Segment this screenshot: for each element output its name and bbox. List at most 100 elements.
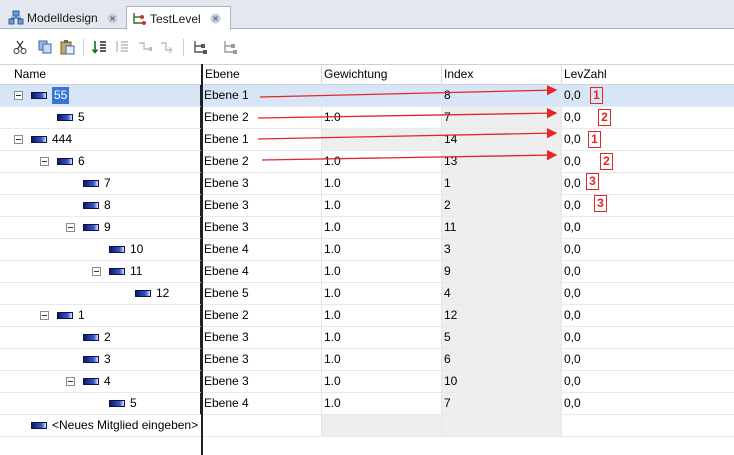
hierarchy-add-icon[interactable] bbox=[222, 39, 238, 55]
levzahl-cell[interactable]: 0,0 bbox=[562, 195, 734, 217]
ebene-cell[interactable]: Ebene 4 bbox=[202, 393, 322, 415]
name-cell[interactable]: 6 bbox=[0, 151, 202, 173]
indent-icon[interactable] bbox=[114, 39, 130, 55]
ebene-cell[interactable]: Ebene 1 bbox=[202, 129, 322, 151]
move-icon[interactable] bbox=[159, 39, 175, 55]
ebene-cell[interactable]: Ebene 2 bbox=[202, 305, 322, 327]
collapse-icon[interactable] bbox=[40, 157, 49, 166]
ebene-cell[interactable]: Ebene 3 bbox=[202, 195, 322, 217]
levzahl-cell[interactable]: 0,0 bbox=[562, 349, 734, 371]
outdent-icon[interactable] bbox=[137, 39, 153, 55]
gewichtung-cell[interactable] bbox=[322, 85, 442, 107]
gewichtung-cell[interactable]: 1.0 bbox=[322, 151, 442, 173]
new-member-cell[interactable]: <Neues Mitglied eingeben> bbox=[0, 415, 202, 437]
levzahl-cell[interactable]: 0,0 bbox=[562, 239, 734, 261]
index-cell[interactable]: 10 bbox=[442, 371, 562, 393]
column-header-levzahl[interactable]: LevZahl bbox=[562, 65, 734, 85]
close-icon[interactable] bbox=[210, 13, 221, 24]
name-cell[interactable]: 5 bbox=[0, 107, 202, 129]
ebene-cell[interactable]: Ebene 4 bbox=[202, 239, 322, 261]
collapse-icon[interactable] bbox=[66, 377, 75, 386]
index-cell[interactable]: 11 bbox=[442, 217, 562, 239]
new-member-row[interactable]: <Neues Mitglied eingeben> bbox=[0, 415, 734, 437]
table-row[interactable]: 6 Ebene 2 1.0 13 0,0 2 bbox=[0, 151, 734, 173]
name-cell[interactable]: 12 bbox=[0, 283, 202, 305]
table-row[interactable]: 4 Ebene 3 1.0 10 0,0 bbox=[0, 371, 734, 393]
index-cell[interactable]: 6 bbox=[442, 349, 562, 371]
tab-modelldesign[interactable]: Modelldesign bbox=[4, 7, 122, 29]
gewichtung-cell[interactable]: 1.0 bbox=[322, 107, 442, 129]
collapse-icon[interactable] bbox=[92, 267, 101, 276]
ebene-cell[interactable]: Ebene 2 bbox=[202, 107, 322, 129]
ebene-cell[interactable]: Ebene 4 bbox=[202, 261, 322, 283]
ebene-cell[interactable]: Ebene 3 bbox=[202, 173, 322, 195]
ebene-cell[interactable]: Ebene 5 bbox=[202, 283, 322, 305]
copy-icon[interactable] bbox=[37, 39, 53, 55]
table-row[interactable]: 5 Ebene 2 1.0 7 0,0 2 bbox=[0, 107, 734, 129]
levzahl-cell[interactable]: 0,0 bbox=[562, 327, 734, 349]
table-row[interactable]: 1 Ebene 2 1.0 12 0,0 bbox=[0, 305, 734, 327]
levzahl-cell[interactable]: 0,0 bbox=[562, 393, 734, 415]
name-cell[interactable]: 7 bbox=[0, 173, 202, 195]
gewichtung-cell[interactable]: 1.0 bbox=[322, 239, 442, 261]
ebene-cell[interactable]: Ebene 2 bbox=[202, 151, 322, 173]
table-row[interactable]: 55 Ebene 1 8 0,0 1 bbox=[0, 85, 734, 107]
levzahl-cell[interactable]: 0,0 bbox=[562, 305, 734, 327]
gewichtung-cell[interactable]: 1.0 bbox=[322, 283, 442, 305]
ebene-cell[interactable]: Ebene 3 bbox=[202, 327, 322, 349]
levzahl-cell[interactable]: 0,0 bbox=[562, 85, 734, 107]
ebene-cell[interactable]: Ebene 3 bbox=[202, 349, 322, 371]
gewichtung-cell[interactable]: 1.0 bbox=[322, 349, 442, 371]
table-row[interactable]: 444 Ebene 1 14 0,0 1 bbox=[0, 129, 734, 151]
collapse-icon[interactable] bbox=[14, 91, 23, 100]
collapse-icon[interactable] bbox=[66, 223, 75, 232]
index-cell[interactable]: 7 bbox=[442, 393, 562, 415]
table-row[interactable]: 9 Ebene 3 1.0 11 0,0 bbox=[0, 217, 734, 239]
index-cell[interactable]: 7 bbox=[442, 107, 562, 129]
levzahl-cell[interactable]: 0,0 bbox=[562, 151, 734, 173]
name-cell[interactable]: 11 bbox=[0, 261, 202, 283]
table-row[interactable]: 12 Ebene 5 1.0 4 0,0 bbox=[0, 283, 734, 305]
index-cell[interactable]: 8 bbox=[442, 85, 562, 107]
column-header-name[interactable]: Name bbox=[12, 65, 202, 85]
index-cell[interactable]: 9 bbox=[442, 261, 562, 283]
levzahl-cell[interactable]: 0,0 bbox=[562, 261, 734, 283]
levzahl-cell[interactable]: 0,0 bbox=[562, 371, 734, 393]
gewichtung-cell[interactable] bbox=[322, 129, 442, 151]
table-row[interactable]: 10 Ebene 4 1.0 3 0,0 bbox=[0, 239, 734, 261]
name-cell[interactable]: 444 bbox=[0, 129, 202, 151]
index-cell[interactable]: 12 bbox=[442, 305, 562, 327]
column-header-ebene[interactable]: Ebene bbox=[203, 65, 322, 85]
index-cell[interactable]: 3 bbox=[442, 239, 562, 261]
name-cell[interactable]: 10 bbox=[0, 239, 202, 261]
table-row[interactable]: 5 Ebene 4 1.0 7 0,0 bbox=[0, 393, 734, 415]
ebene-cell[interactable]: Ebene 3 bbox=[202, 371, 322, 393]
name-cell[interactable]: 2 bbox=[0, 327, 202, 349]
gewichtung-cell[interactable]: 1.0 bbox=[322, 217, 442, 239]
paste-icon[interactable] bbox=[59, 39, 75, 55]
index-cell[interactable]: 4 bbox=[442, 283, 562, 305]
levzahl-cell[interactable]: 0,0 bbox=[562, 107, 734, 129]
table-row[interactable]: 8 Ebene 3 1.0 2 0,0 3 bbox=[0, 195, 734, 217]
levzahl-cell[interactable]: 0,0 bbox=[562, 283, 734, 305]
close-icon[interactable] bbox=[107, 13, 118, 24]
cut-icon[interactable] bbox=[12, 39, 28, 55]
levzahl-cell[interactable]: 0,0 bbox=[562, 217, 734, 239]
gewichtung-cell[interactable]: 1.0 bbox=[322, 195, 442, 217]
gewichtung-cell[interactable]: 1.0 bbox=[322, 371, 442, 393]
tab-testlevel[interactable]: TestLevel bbox=[126, 6, 231, 30]
gewichtung-cell[interactable]: 1.0 bbox=[322, 327, 442, 349]
name-cell[interactable]: 4 bbox=[0, 371, 202, 393]
gewichtung-cell[interactable]: 1.0 bbox=[322, 261, 442, 283]
gewichtung-cell[interactable]: 1.0 bbox=[322, 305, 442, 327]
name-cell[interactable]: 3 bbox=[0, 349, 202, 371]
name-cell[interactable]: 5 bbox=[0, 393, 202, 415]
name-cell[interactable]: 55 bbox=[0, 85, 202, 107]
index-cell[interactable]: 5 bbox=[442, 327, 562, 349]
name-cell[interactable]: 9 bbox=[0, 217, 202, 239]
ebene-cell[interactable]: Ebene 1 bbox=[202, 85, 322, 107]
table-row[interactable]: 7 Ebene 3 1.0 1 0,0 3 bbox=[0, 173, 734, 195]
table-row[interactable]: 11 Ebene 4 1.0 9 0,0 bbox=[0, 261, 734, 283]
index-cell[interactable]: 2 bbox=[442, 195, 562, 217]
collapse-icon[interactable] bbox=[40, 311, 49, 320]
